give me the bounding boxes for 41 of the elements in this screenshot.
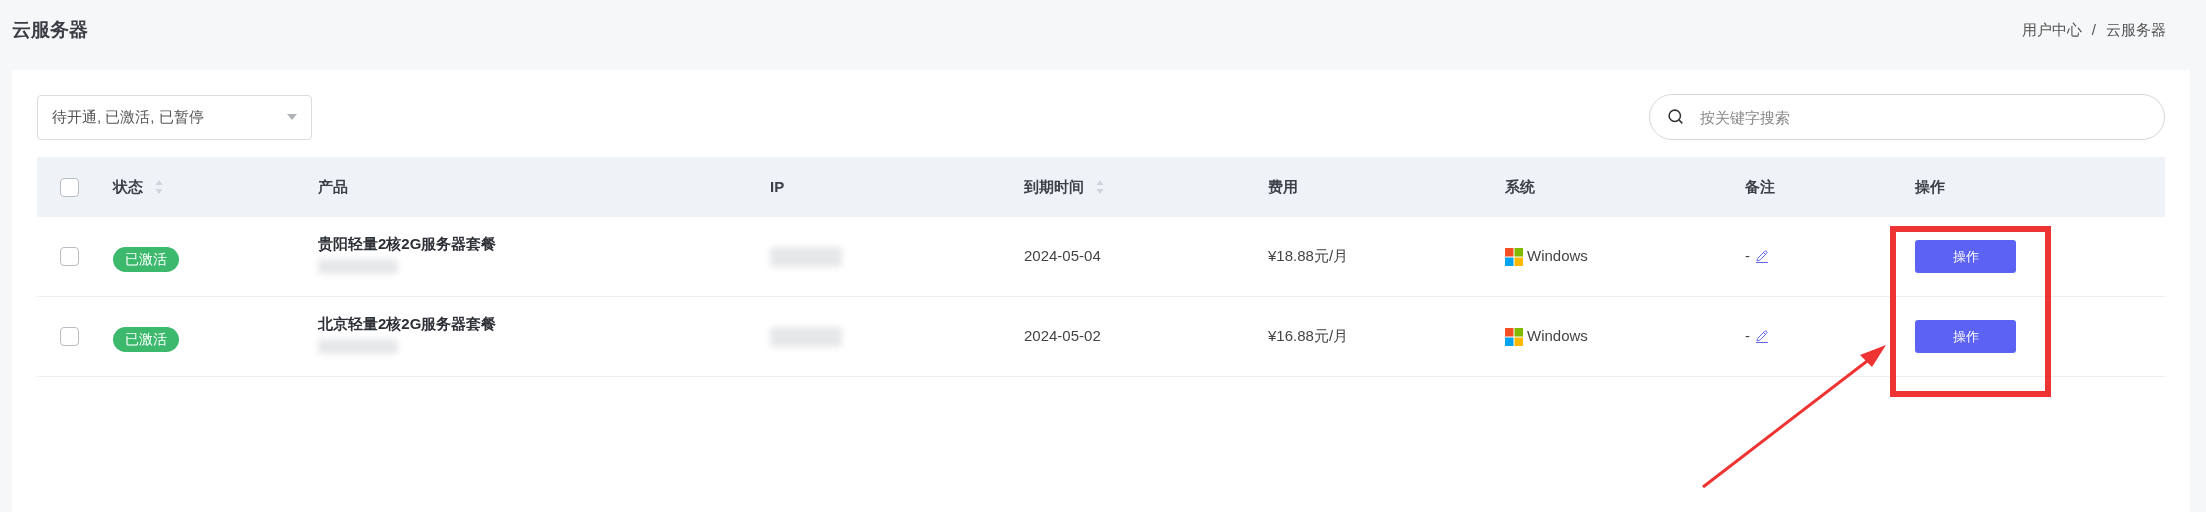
breadcrumb-item: 云服务器 [2106, 19, 2166, 40]
product-name: 贵阳轻量2核2G服务器套餐 [318, 233, 498, 254]
column-header[interactable]: 到期时间 [1024, 175, 1084, 199]
table-cell-text: 2024-05-04 [1024, 246, 1102, 267]
status-badge: 已激活 [113, 247, 179, 272]
checkbox[interactable] [60, 177, 79, 197]
windows-icon [1505, 247, 1523, 266]
table-cell-text: ¥16.88元/月 [1268, 326, 1350, 347]
breadcrumb-item[interactable]: 用户中心 [2021, 18, 2082, 42]
column-header: 产品 [318, 176, 348, 197]
action-button[interactable]: 操作 [1915, 240, 2016, 273]
table-cell-text: Windows [1527, 326, 1588, 347]
checkbox[interactable] [60, 327, 79, 346]
breadcrumb-separator: / [2091, 19, 2096, 40]
column-header: 备注 [1745, 176, 1775, 197]
column-header[interactable]: 状态 [113, 175, 143, 199]
sort-icon[interactable] [155, 179, 163, 195]
action-button[interactable]: 操作 [1915, 320, 2016, 353]
page-title: 云服务器 [12, 17, 88, 42]
search-field[interactable]: 按关键字搜索 [1649, 94, 2165, 140]
windows-icon [1505, 327, 1523, 346]
table-cell-text: 2024-05-02 [1024, 326, 1102, 347]
caret-icon [287, 114, 297, 120]
table-cell-text: - [1745, 246, 1750, 267]
column-header: 操作 [1915, 176, 1945, 197]
table-cell-text: ¥18.88元/月 [1268, 246, 1350, 267]
sort-icon[interactable] [1096, 179, 1104, 195]
column-header: 系统 [1505, 176, 1535, 197]
edit-icon[interactable] [1756, 250, 1768, 263]
table-cell-text: Windows [1527, 246, 1588, 267]
blurred-redaction [770, 246, 842, 267]
edit-icon[interactable] [1756, 330, 1768, 343]
column-header: IP [770, 176, 785, 197]
status-badge: 已激活 [113, 327, 179, 352]
blurred-redaction [770, 326, 842, 347]
checkbox[interactable] [60, 247, 79, 266]
status-filter-dropdown[interactable]: 待开通, 已激活, 已暂停 [37, 94, 312, 140]
column-header: 费用 [1268, 176, 1298, 197]
table-cell-text: - [1745, 326, 1750, 347]
product-name: 北京轻量2核2G服务器套餐 [318, 313, 498, 334]
search-icon [1667, 108, 1684, 125]
